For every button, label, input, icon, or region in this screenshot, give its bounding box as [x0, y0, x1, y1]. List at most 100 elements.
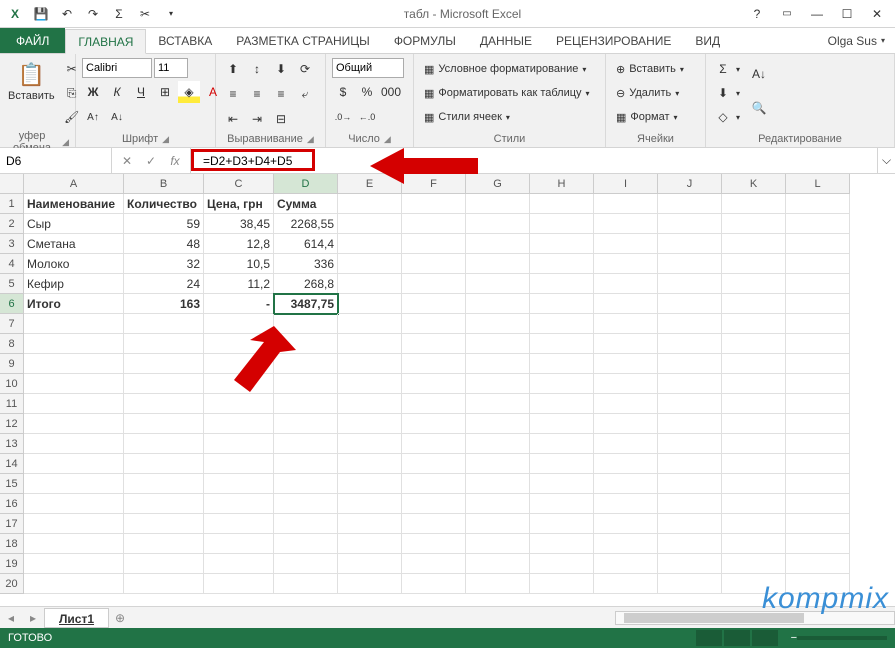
align-top-button[interactable]: ⬆ — [222, 58, 244, 80]
align-center-button[interactable]: ≡ — [246, 83, 268, 105]
align-right-button[interactable]: ≡ — [270, 83, 292, 105]
currency-button[interactable]: $ — [332, 81, 354, 103]
row-header[interactable]: 6 — [0, 294, 24, 314]
cell[interactable] — [530, 374, 594, 394]
tab-view[interactable]: ВИД — [683, 28, 732, 53]
cell[interactable] — [24, 334, 124, 354]
cell[interactable]: Сумма — [274, 194, 338, 214]
cell[interactable]: 268,8 — [274, 274, 338, 294]
cell[interactable] — [466, 514, 530, 534]
close-icon[interactable]: ✕ — [863, 4, 891, 24]
alignment-dialog-icon[interactable]: ◢ — [307, 134, 314, 145]
cell[interactable] — [338, 334, 402, 354]
cell[interactable] — [594, 194, 658, 214]
tab-page-layout[interactable]: РАЗМЕТКА СТРАНИЦЫ — [224, 28, 382, 53]
cell[interactable] — [658, 294, 722, 314]
insert-cells-button[interactable]: ⊕Вставить▾ — [612, 58, 688, 80]
cell[interactable]: 24 — [124, 274, 204, 294]
cell[interactable] — [274, 414, 338, 434]
cell[interactable] — [658, 214, 722, 234]
cell[interactable] — [466, 554, 530, 574]
cell[interactable] — [124, 374, 204, 394]
cell[interactable] — [594, 354, 658, 374]
cell[interactable] — [402, 414, 466, 434]
cell[interactable] — [338, 274, 402, 294]
column-header[interactable]: J — [658, 174, 722, 194]
cell[interactable] — [722, 234, 786, 254]
cell[interactable] — [786, 314, 850, 334]
cell[interactable] — [338, 454, 402, 474]
number-dialog-icon[interactable]: ◢ — [384, 134, 391, 145]
cell[interactable] — [530, 534, 594, 554]
cell[interactable] — [274, 554, 338, 574]
cell[interactable] — [204, 514, 274, 534]
cell[interactable] — [530, 494, 594, 514]
cancel-formula-icon[interactable]: ✕ — [116, 150, 138, 172]
help-icon[interactable]: ? — [743, 4, 771, 24]
cell[interactable] — [594, 294, 658, 314]
row-header[interactable]: 4 — [0, 254, 24, 274]
cell[interactable] — [402, 534, 466, 554]
cell[interactable] — [466, 494, 530, 514]
cell[interactable] — [124, 394, 204, 414]
decrease-indent-button[interactable]: ⇤ — [222, 108, 244, 130]
tab-insert[interactable]: ВСТАВКА — [146, 28, 224, 53]
cell[interactable] — [594, 494, 658, 514]
font-size-input[interactable] — [154, 58, 188, 78]
cell[interactable] — [124, 494, 204, 514]
cell[interactable] — [402, 434, 466, 454]
cell[interactable] — [338, 574, 402, 594]
cell[interactable] — [466, 234, 530, 254]
enter-formula-icon[interactable]: ✓ — [140, 150, 162, 172]
row-header[interactable]: 17 — [0, 514, 24, 534]
cell[interactable] — [402, 474, 466, 494]
cell[interactable]: 48 — [124, 234, 204, 254]
cell[interactable] — [786, 394, 850, 414]
cell[interactable] — [24, 434, 124, 454]
cell[interactable] — [124, 474, 204, 494]
align-bottom-button[interactable]: ⬇ — [270, 58, 292, 80]
align-middle-button[interactable]: ↕ — [246, 58, 268, 80]
cell[interactable] — [24, 454, 124, 474]
cell[interactable] — [124, 434, 204, 454]
row-header[interactable]: 9 — [0, 354, 24, 374]
cell[interactable] — [594, 374, 658, 394]
fill-button[interactable]: ⬇ — [712, 82, 734, 104]
merge-button[interactable]: ⊟ — [270, 108, 292, 130]
delete-cells-button[interactable]: ⊖Удалить▾ — [612, 82, 688, 104]
cell[interactable] — [466, 274, 530, 294]
cell[interactable] — [594, 414, 658, 434]
row-header[interactable]: 2 — [0, 214, 24, 234]
cell-styles-button[interactable]: ▦Стили ячеек▾ — [420, 106, 594, 128]
cell[interactable] — [786, 434, 850, 454]
cell[interactable] — [204, 454, 274, 474]
row-header[interactable]: 7 — [0, 314, 24, 334]
cell[interactable]: 614,4 — [274, 234, 338, 254]
cell[interactable] — [658, 354, 722, 374]
cell[interactable] — [466, 334, 530, 354]
cell[interactable] — [658, 514, 722, 534]
cell[interactable] — [722, 474, 786, 494]
cell[interactable] — [786, 514, 850, 534]
column-header[interactable]: B — [124, 174, 204, 194]
cell[interactable] — [594, 554, 658, 574]
cell[interactable] — [204, 574, 274, 594]
row-header[interactable]: 14 — [0, 454, 24, 474]
cell[interactable] — [338, 294, 402, 314]
cell[interactable] — [124, 334, 204, 354]
cell[interactable] — [204, 534, 274, 554]
cell[interactable] — [594, 574, 658, 594]
bold-button[interactable]: Ж — [82, 81, 104, 103]
cell[interactable] — [274, 494, 338, 514]
row-header[interactable]: 19 — [0, 554, 24, 574]
cell[interactable] — [530, 454, 594, 474]
row-header[interactable]: 16 — [0, 494, 24, 514]
cell[interactable] — [786, 214, 850, 234]
border-button[interactable]: ⊞ — [154, 81, 176, 103]
align-left-button[interactable]: ≡ — [222, 83, 244, 105]
format-cells-button[interactable]: ▦Формат▾ — [612, 106, 688, 128]
cell[interactable] — [786, 494, 850, 514]
cell[interactable] — [338, 214, 402, 234]
row-header[interactable]: 18 — [0, 534, 24, 554]
cell[interactable] — [658, 414, 722, 434]
